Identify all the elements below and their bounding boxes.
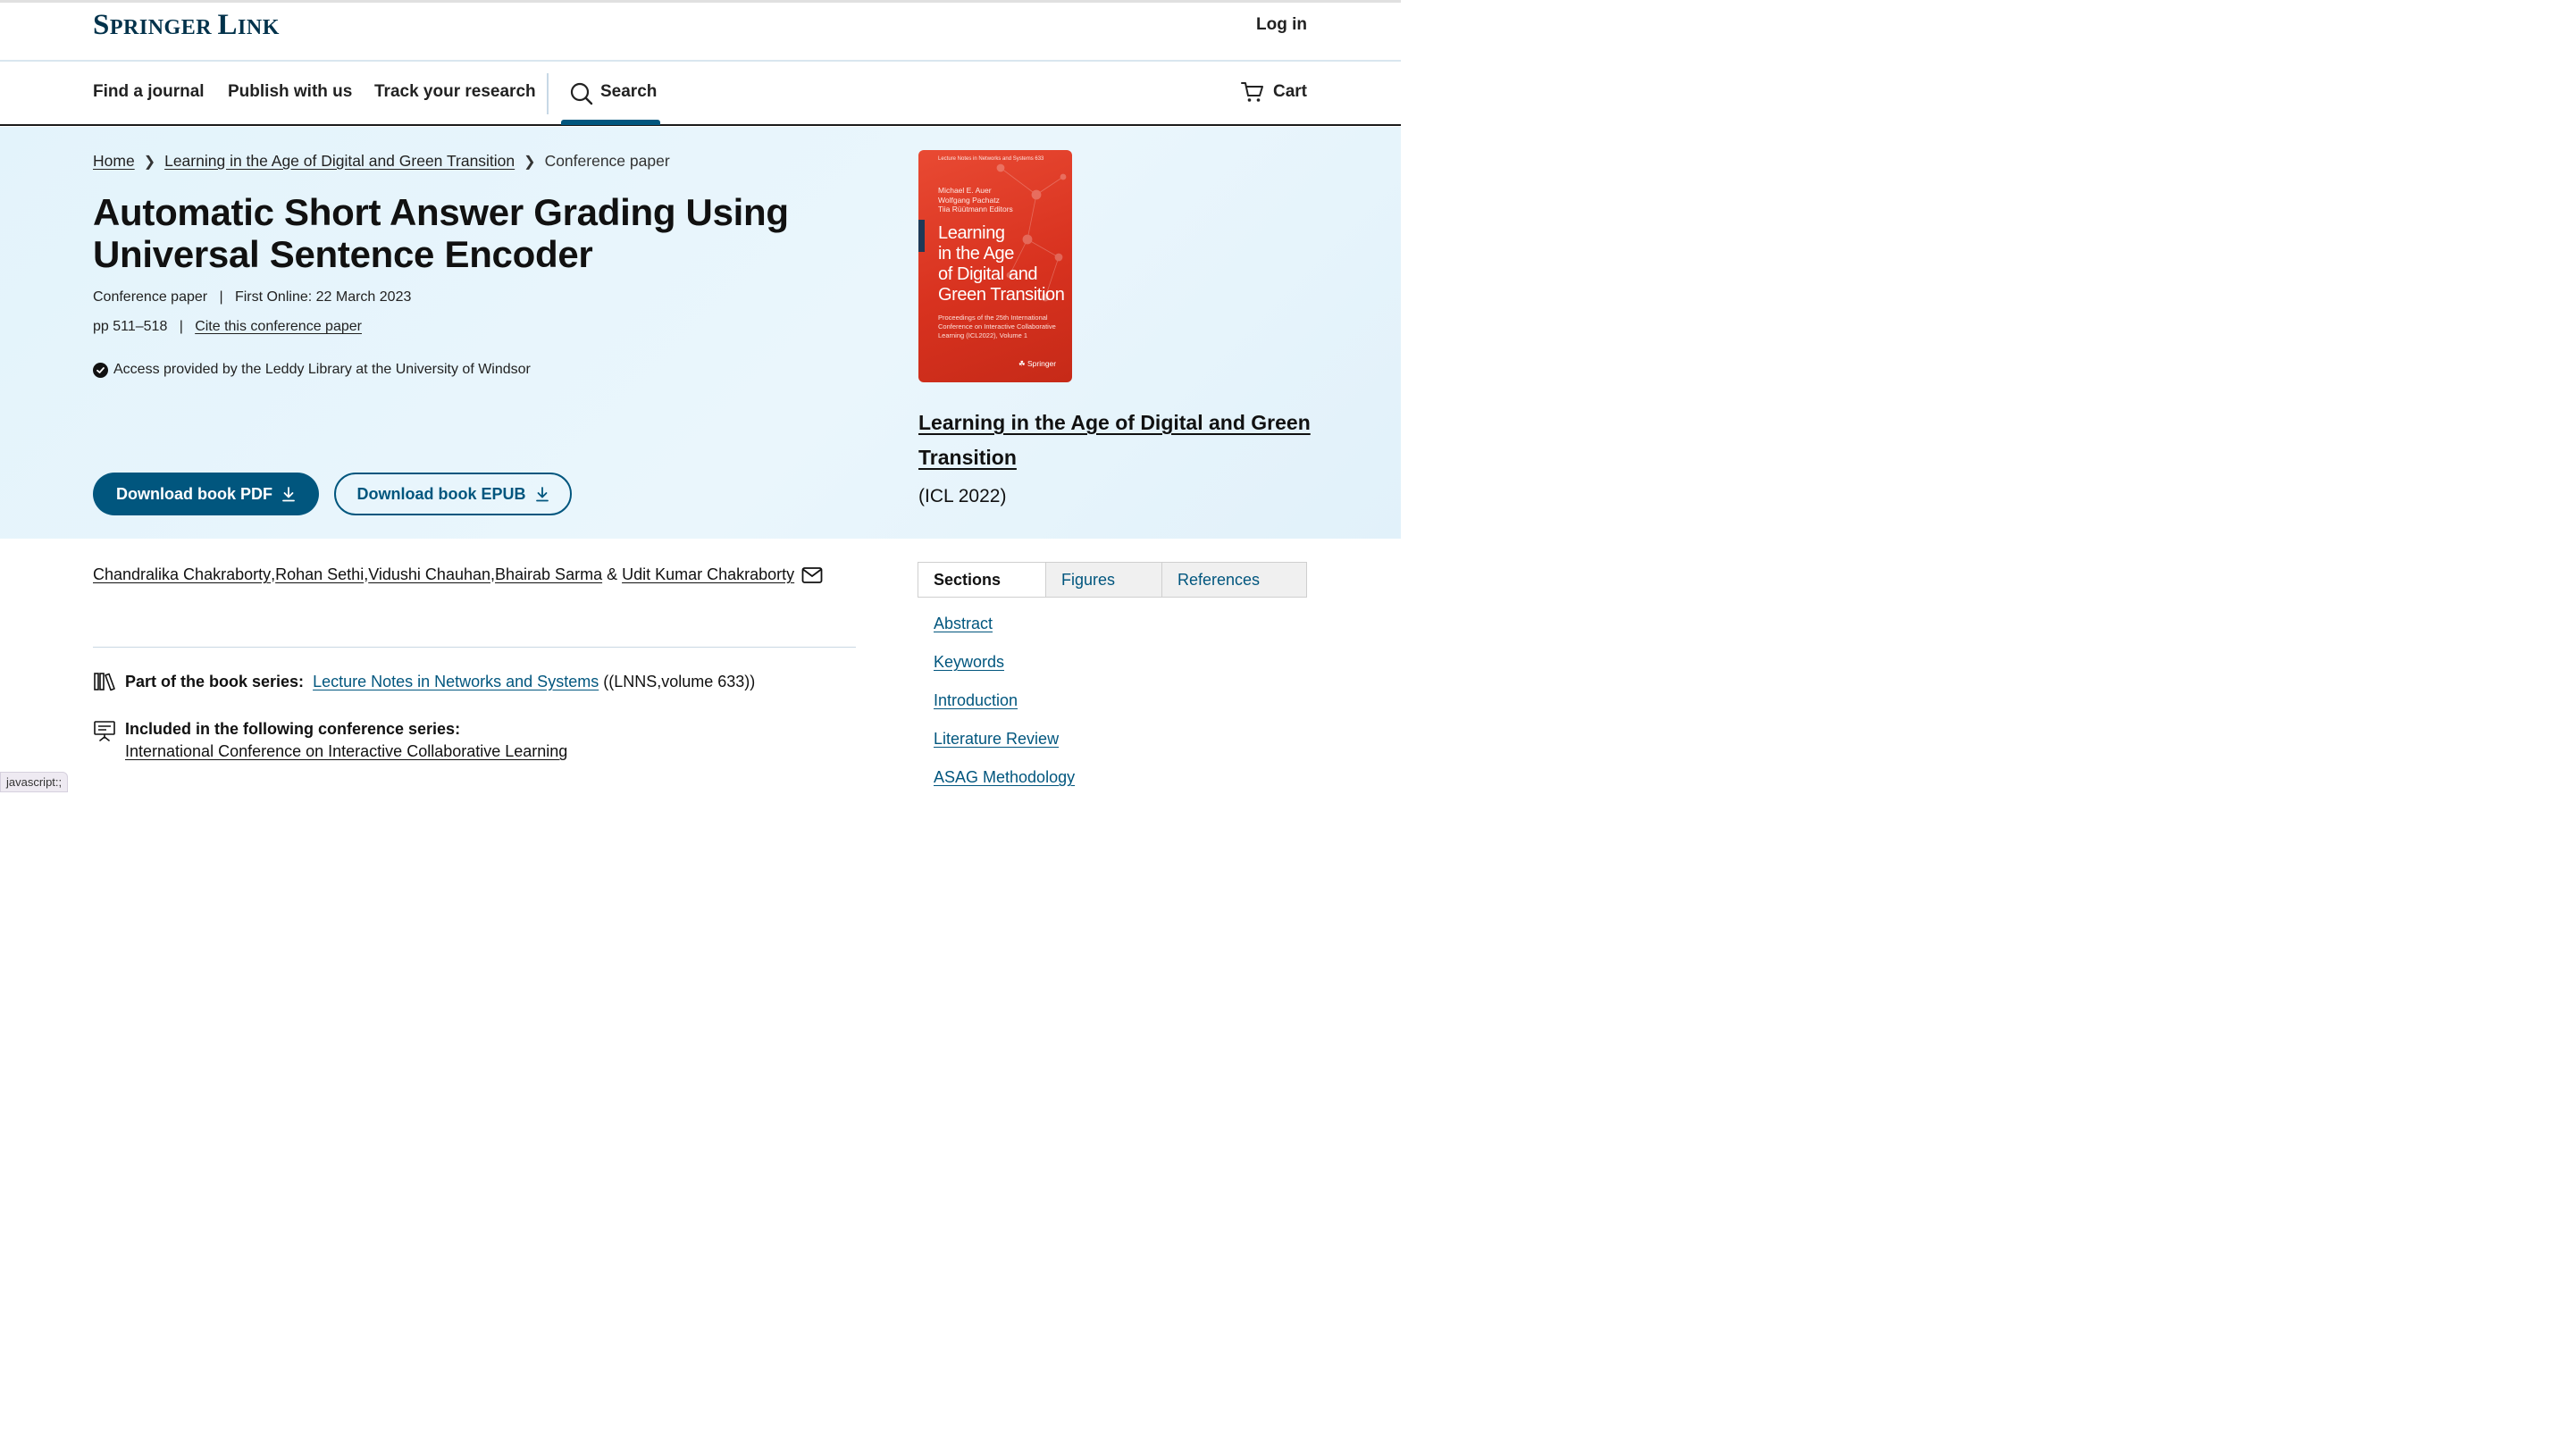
logo-text: PRINGER	[109, 16, 218, 39]
breadcrumb-current: Conference paper	[544, 152, 670, 170]
cite-link[interactable]: Cite this conference paper	[195, 319, 362, 334]
nav-divider	[547, 73, 549, 114]
section-divider	[93, 647, 856, 648]
book-series-link[interactable]: Lecture Notes in Networks and Systems	[313, 673, 599, 690]
site-header: SPRINGER LINK Log in	[0, 3, 1401, 62]
email-icon[interactable]	[801, 566, 823, 584]
download-epub-button[interactable]: Download book EPUB	[334, 473, 572, 515]
article-meta: Conference paper | First Online: 22 Marc…	[93, 289, 411, 305]
article-pages-cite: pp 511–518 | Cite this conference paper	[93, 319, 362, 335]
book-cover[interactable]: Lecture Notes in Networks and Systems 63…	[918, 150, 1072, 382]
toc-item-literature-review[interactable]: Literature Review	[934, 728, 1075, 749]
access-text: Access provided by the Leddy Library at …	[113, 362, 531, 377]
main-nav: Find a journal Publish with us Track you…	[0, 63, 1401, 126]
cover-title-line: in the Age	[938, 244, 1014, 264]
presentation-icon	[94, 721, 115, 741]
page-title: Automatic Short Answer Grading Using Uni…	[93, 191, 789, 275]
author-link[interactable]: Udit Kumar Chakraborty	[622, 565, 794, 584]
cover-title: Learning in the Age of Digital and Green…	[938, 223, 1065, 305]
tab-figures[interactable]: Figures	[1046, 563, 1162, 597]
chevron-right-icon: ❯	[143, 154, 156, 170]
toc-item-asag-methodology[interactable]: ASAG Methodology	[934, 766, 1075, 788]
content-tabs: Sections Figures References	[918, 562, 1307, 598]
article-type: Conference paper	[93, 289, 208, 305]
logo-letter: L	[217, 9, 239, 41]
conference-series-label: Included in the following conference ser…	[125, 720, 461, 738]
cover-title-line: Learning	[938, 223, 1005, 243]
author-link[interactable]: Vidushi Chauhan	[368, 565, 490, 584]
chevron-right-icon: ❯	[524, 154, 536, 170]
cover-editors: Michael E. Auer Wolfgang Pachatz Tiia Rü…	[938, 186, 1013, 214]
download-icon	[535, 486, 549, 501]
cover-editor: Michael E. Auer	[938, 186, 992, 195]
nav-track-research[interactable]: Track your research	[374, 82, 536, 102]
download-pdf-button[interactable]: Download book PDF	[93, 473, 319, 515]
first-online-date: First Online: 22 March 2023	[234, 289, 412, 305]
cover-editor: Tiia Rüütmann Editors	[938, 205, 1013, 213]
article-hero: Home ❯ Learning in the Age of Digital an…	[0, 127, 1401, 539]
book-series-volume: ((LNNS,volume 633))	[603, 672, 756, 690]
author-separator: &	[602, 565, 623, 583]
meta-separator: |	[171, 319, 191, 334]
page-range: pp 511–518	[93, 319, 168, 334]
toc-item-keywords[interactable]: Keywords	[934, 651, 1075, 673]
author-link[interactable]: Chandralika Chakraborty	[93, 565, 271, 584]
breadcrumb-book[interactable]: Learning in the Age of Digital and Green…	[164, 152, 515, 171]
nav-search[interactable]: Search	[561, 63, 660, 125]
nav-find-journal[interactable]: Find a journal	[93, 82, 205, 102]
download-icon	[282, 486, 295, 501]
author-link[interactable]: Bhairab Sarma	[495, 565, 602, 584]
breadcrumb-home[interactable]: Home	[93, 152, 135, 171]
search-icon	[570, 82, 593, 105]
toc-item-introduction[interactable]: Introduction	[934, 690, 1075, 711]
cover-title-line: Green Transition	[938, 285, 1065, 305]
search-active-indicator	[561, 120, 660, 125]
conference-series-link[interactable]: International Conference on Interactive …	[125, 742, 567, 761]
tab-references[interactable]: References	[1162, 563, 1306, 597]
cover-subtitle: Proceedings of the 25th International Co…	[938, 314, 1056, 339]
section-list: Abstract Keywords Introduction Literatur…	[934, 613, 1075, 788]
breadcrumb: Home ❯ Learning in the Age of Digital an…	[93, 152, 670, 171]
cover-editor: Wolfgang Pachatz	[938, 195, 1000, 205]
cover-series: Lecture Notes in Networks and Systems 63…	[938, 156, 1044, 162]
tab-sections[interactable]: Sections	[918, 563, 1046, 597]
download-pdf-label: Download book PDF	[116, 484, 272, 503]
book-conference: (ICL 2022)	[918, 486, 1007, 506]
logo-text: INK	[238, 16, 280, 39]
cart-icon	[1240, 82, 1263, 102]
check-circle-icon	[93, 362, 108, 378]
author-link[interactable]: Rohan Sethi	[275, 565, 364, 584]
author-list: Chandralika Chakraborty, Rohan Sethi, Vi…	[93, 565, 823, 584]
nav-publish-with-us[interactable]: Publish with us	[228, 82, 352, 102]
browser-status-bar: javascript:;	[0, 772, 69, 792]
meta-separator: |	[211, 289, 231, 305]
cover-publisher-name: Springer	[1027, 359, 1057, 368]
cover-publisher: ☘ Springer	[1018, 359, 1057, 368]
book-title-link[interactable]: Learning in the Age of Digital and Green…	[918, 406, 1312, 475]
search-label: Search	[600, 82, 658, 101]
book-series-row: Part of the book series: Lecture Notes i…	[93, 672, 755, 691]
logo-letter: S	[93, 9, 110, 41]
cart-label: Cart	[1272, 82, 1307, 101]
toc-item-abstract[interactable]: Abstract	[934, 613, 1075, 634]
conference-series-row: Included in the following conference ser…	[93, 720, 567, 761]
cover-title-line: of Digital and	[938, 264, 1038, 284]
books-icon	[94, 673, 115, 691]
download-epub-label: Download book EPUB	[356, 484, 526, 503]
login-link[interactable]: Log in	[1256, 15, 1307, 35]
book-series-label: Part of the book series:	[125, 672, 305, 690]
cover-accent-bar	[918, 220, 925, 252]
access-notice: Access provided by the Leddy Library at …	[93, 362, 531, 378]
cart-link[interactable]: Cart	[1240, 80, 1307, 104]
springer-link-logo[interactable]: SPRINGER LINK	[93, 8, 280, 45]
